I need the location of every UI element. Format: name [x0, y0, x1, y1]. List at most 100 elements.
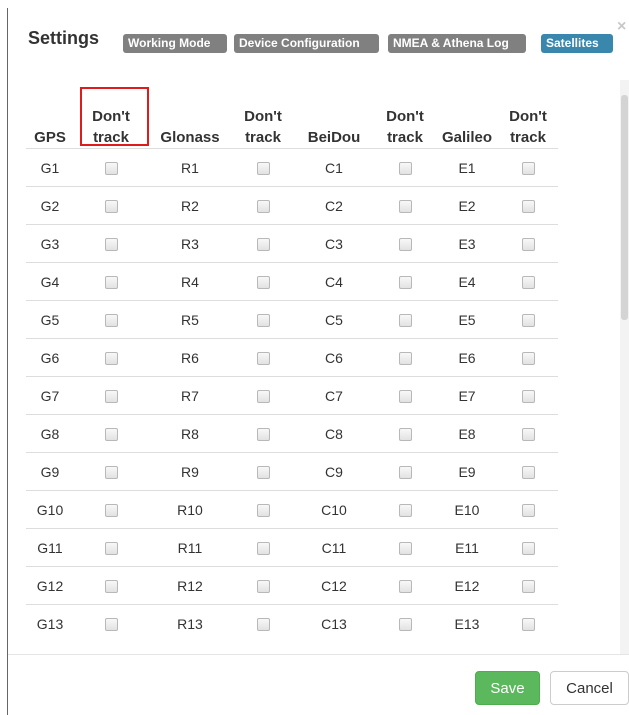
galileo-dont-track-checkbox[interactable]: [521, 542, 535, 556]
beidou-dont-track-checkbox[interactable]: [398, 390, 412, 404]
glonass-dont-track-checkbox[interactable]: [256, 580, 270, 594]
galileo-dont-track-checkbox[interactable]: [521, 200, 535, 214]
beidou-dont-track-cell: [374, 376, 436, 415]
gps-dont-track-cell: [74, 490, 148, 529]
save-button[interactable]: Save: [475, 671, 540, 705]
galileo-dont-track-cell: [498, 338, 558, 377]
beidou-dont-track-checkbox[interactable]: [398, 618, 412, 632]
gps-dont-track-checkbox[interactable]: [104, 314, 118, 328]
glonass-dont-track-checkbox[interactable]: [256, 618, 270, 632]
table-row: G10 R10 C10 E10: [26, 490, 558, 529]
beidou-satellite-id: C9: [294, 452, 374, 491]
beidou-dont-track-checkbox[interactable]: [398, 580, 412, 594]
galileo-dont-track-checkbox[interactable]: [521, 466, 535, 480]
galileo-dont-track-checkbox[interactable]: [521, 580, 535, 594]
scrollbar-thumb[interactable]: [621, 95, 628, 320]
gps-dont-track-checkbox[interactable]: [104, 428, 118, 442]
tab-device-configuration[interactable]: Device Configuration: [234, 34, 379, 53]
glonass-dont-track-cell: [232, 186, 294, 225]
dialog-title: Settings: [28, 28, 100, 48]
beidou-dont-track-checkbox[interactable]: [398, 314, 412, 328]
gps-satellite-id: G5: [26, 300, 74, 339]
beidou-dont-track-checkbox[interactable]: [398, 428, 412, 442]
beidou-satellite-id: C8: [294, 414, 374, 453]
glonass-dont-track-checkbox[interactable]: [256, 276, 270, 290]
beidou-dont-track-checkbox[interactable]: [398, 200, 412, 214]
glonass-dont-track-checkbox[interactable]: [256, 314, 270, 328]
galileo-satellite-id: E10: [436, 490, 498, 529]
glonass-dont-track-checkbox[interactable]: [256, 390, 270, 404]
gps-dont-track-checkbox[interactable]: [104, 542, 118, 556]
beidou-satellite-id: C7: [294, 376, 374, 415]
table-row: G9 R9 C9 E9: [26, 452, 558, 491]
glonass-dont-track-checkbox[interactable]: [256, 542, 270, 556]
table-header-row: GPS Don't track Glonass Don't track BeiD…: [26, 94, 558, 149]
gps-dont-track-cell: [74, 528, 148, 567]
gps-dont-track-checkbox[interactable]: [104, 162, 118, 176]
beidou-dont-track-checkbox[interactable]: [398, 276, 412, 290]
glonass-dont-track-checkbox[interactable]: [256, 504, 270, 518]
gps-dont-track-checkbox[interactable]: [104, 238, 118, 252]
beidou-satellite-id: C10: [294, 490, 374, 529]
tab-working-mode[interactable]: Working Mode: [123, 34, 227, 53]
galileo-dont-track-checkbox[interactable]: [521, 504, 535, 518]
footer-divider: [8, 654, 629, 655]
satellites-scroll-area[interactable]: GPS Don't track Glonass Don't track BeiD…: [8, 80, 629, 654]
close-icon[interactable]: ×: [617, 18, 626, 36]
galileo-dont-track-cell: [498, 528, 558, 567]
glonass-dont-track-checkbox[interactable]: [256, 238, 270, 252]
glonass-satellite-id: R3: [148, 224, 232, 263]
tab-nmea-athena-log[interactable]: NMEA & Athena Log: [388, 34, 526, 53]
cancel-button[interactable]: Cancel: [550, 671, 629, 705]
table-row: G2 R2 C2 E2: [26, 186, 558, 225]
gps-satellite-id: G1: [26, 148, 74, 187]
beidou-dont-track-checkbox[interactable]: [398, 238, 412, 252]
gps-dont-track-cell: [74, 148, 148, 187]
beidou-satellite-id: C3: [294, 224, 374, 263]
galileo-dont-track-checkbox[interactable]: [521, 390, 535, 404]
gps-dont-track-checkbox[interactable]: [104, 352, 118, 366]
glonass-dont-track-cell: [232, 490, 294, 529]
glonass-satellite-id: R8: [148, 414, 232, 453]
glonass-dont-track-cell: [232, 566, 294, 605]
gps-dont-track-checkbox[interactable]: [104, 580, 118, 594]
glonass-satellite-id: R5: [148, 300, 232, 339]
beidou-dont-track-cell: [374, 452, 436, 491]
glonass-dont-track-cell: [232, 224, 294, 263]
beidou-satellite-id: C1: [294, 148, 374, 187]
glonass-dont-track-checkbox[interactable]: [256, 428, 270, 442]
galileo-dont-track-checkbox[interactable]: [521, 618, 535, 632]
glonass-dont-track-checkbox[interactable]: [256, 200, 270, 214]
galileo-dont-track-checkbox[interactable]: [521, 352, 535, 366]
beidou-dont-track-checkbox[interactable]: [398, 466, 412, 480]
glonass-dont-track-checkbox[interactable]: [256, 352, 270, 366]
gps-dont-track-checkbox[interactable]: [104, 504, 118, 518]
beidou-satellite-id: C5: [294, 300, 374, 339]
galileo-dont-track-cell: [498, 490, 558, 529]
beidou-dont-track-checkbox[interactable]: [398, 542, 412, 556]
beidou-dont-track-checkbox[interactable]: [398, 504, 412, 518]
glonass-dont-track-checkbox[interactable]: [256, 162, 270, 176]
gps-dont-track-checkbox[interactable]: [104, 390, 118, 404]
galileo-dont-track-cell: [498, 186, 558, 225]
glonass-dont-track-checkbox[interactable]: [256, 466, 270, 480]
beidou-dont-track-cell: [374, 414, 436, 453]
glonass-dont-track-cell: [232, 528, 294, 567]
galileo-dont-track-checkbox[interactable]: [521, 238, 535, 252]
galileo-satellite-id: E11: [436, 528, 498, 567]
galileo-dont-track-checkbox[interactable]: [521, 162, 535, 176]
satellites-table-body: G1 R1 C1 E1 G2 R2 C2 E2 G3 R3 C3 E3 G4 R4 C4 E4 G5 R5 C5 E5…: [26, 148, 558, 642]
tab-satellites[interactable]: Satellites: [541, 34, 613, 53]
beidou-dont-track-checkbox[interactable]: [398, 162, 412, 176]
galileo-dont-track-checkbox[interactable]: [521, 428, 535, 442]
galileo-satellite-id: E2: [436, 186, 498, 225]
gps-dont-track-checkbox[interactable]: [104, 618, 118, 632]
galileo-dont-track-checkbox[interactable]: [521, 314, 535, 328]
gps-dont-track-checkbox[interactable]: [104, 276, 118, 290]
galileo-dont-track-checkbox[interactable]: [521, 276, 535, 290]
header-galileo-dont-track: Don't track: [509, 108, 547, 146]
galileo-dont-track-cell: [498, 604, 558, 642]
gps-dont-track-checkbox[interactable]: [104, 200, 118, 214]
gps-dont-track-checkbox[interactable]: [104, 466, 118, 480]
beidou-dont-track-checkbox[interactable]: [398, 352, 412, 366]
